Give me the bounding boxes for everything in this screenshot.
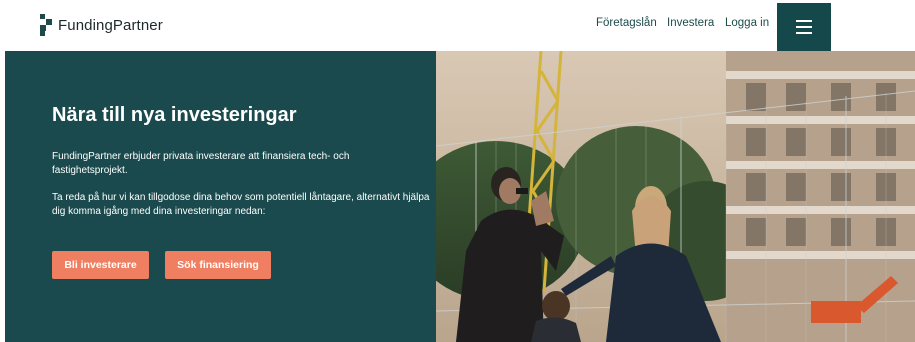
become-investor-button[interactable]: Bli investerare <box>52 251 149 279</box>
nav-foretagslan[interactable]: Företagslån <box>596 17 657 29</box>
hero-photo <box>436 51 915 342</box>
site-header: FundingPartner Företagslån Investera Log… <box>0 0 915 51</box>
hero-title: Nära till nya investeringar <box>52 104 297 126</box>
brand-name: FundingPartner <box>58 16 163 34</box>
brand-logo[interactable]: FundingPartner <box>40 14 163 36</box>
nav-investera[interactable]: Investera <box>667 17 714 29</box>
nav-logga-in[interactable]: Logga in <box>725 17 769 29</box>
hero-panel: Nära till nya investeringar FundingPartn… <box>5 51 436 342</box>
hero-description-text: Ta reda på hur vi kan tillgodose dina be… <box>52 192 430 217</box>
construction-site-image <box>436 51 915 342</box>
hero-intro-text: FundingPartner erbjuder privata invester… <box>52 151 350 176</box>
logo-mark-icon <box>40 14 52 36</box>
hamburger-menu-icon[interactable] <box>777 3 831 51</box>
seek-financing-button[interactable]: Sök finansiering <box>165 251 271 279</box>
